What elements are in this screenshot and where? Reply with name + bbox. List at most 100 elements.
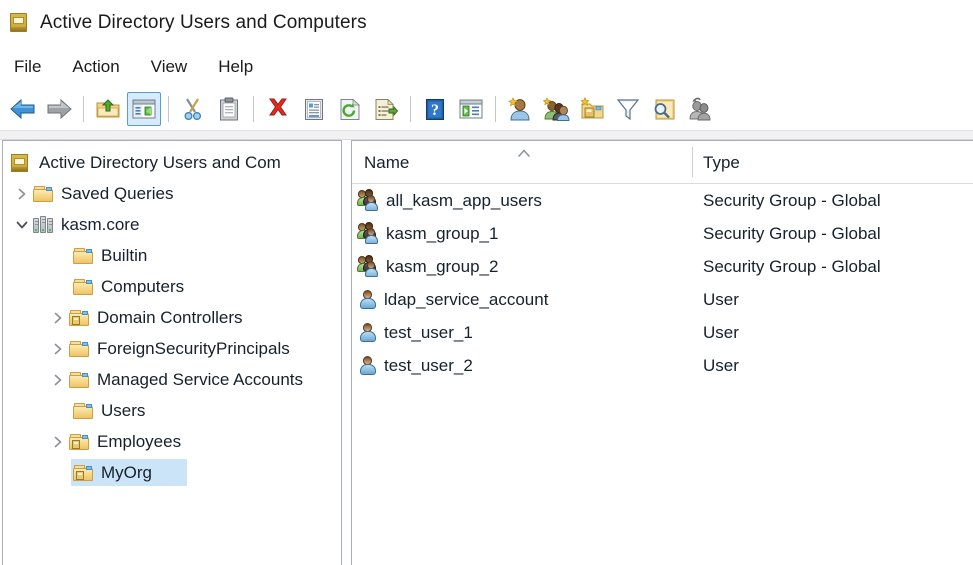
back-button[interactable] (6, 92, 40, 126)
menu-help[interactable]: Help (216, 54, 266, 81)
sort-ascending-icon (516, 145, 532, 155)
row-name-cell: kasm_group_2 (358, 256, 498, 277)
toolbar: ? (0, 88, 973, 131)
folder-icon (73, 277, 94, 296)
domain-icon (33, 215, 54, 234)
menu-bar: File Action View Help (0, 46, 973, 88)
tree-item-label: Managed Service Accounts (97, 370, 306, 390)
row-type-label: Security Group - Global (703, 191, 881, 211)
delete-button[interactable] (261, 92, 295, 126)
table-row[interactable]: test_user_1 User (352, 316, 973, 349)
help-icon: ? (425, 98, 445, 121)
new-organizational-unit-button[interactable] (575, 92, 609, 126)
chevron-right-icon[interactable] (47, 364, 69, 395)
tree-item-builtin[interactable]: Builtin (3, 240, 341, 271)
export-list-button[interactable] (369, 92, 403, 126)
table-row[interactable]: ldap_service_account User (352, 283, 973, 316)
back-icon (9, 97, 37, 121)
user-icon (358, 289, 380, 310)
column-header-name[interactable]: Name (364, 153, 409, 173)
show-hide-action-pane-button[interactable] (454, 92, 488, 126)
chevron-right-icon[interactable] (11, 178, 33, 209)
new-organizational-unit-icon (579, 97, 605, 121)
refresh-icon (339, 98, 361, 121)
refresh-button[interactable] (333, 92, 367, 126)
tree-item-label: kasm.core (61, 215, 142, 235)
row-type-label: Security Group - Global (703, 257, 881, 277)
toolbar-separator (83, 96, 84, 122)
title-bar: Active Directory Users and Computers (0, 0, 973, 46)
tree-item-label: Employees (97, 432, 184, 452)
filter-button[interactable] (611, 92, 645, 126)
forward-button[interactable] (42, 92, 76, 126)
pane-splitter[interactable] (342, 140, 351, 565)
table-row[interactable]: kasm_group_1 Security Group - Global (352, 217, 973, 250)
row-name-label: kasm_group_1 (386, 224, 498, 244)
details-list-pane[interactable]: Name Type all_kasm_app_users Security Gr… (351, 140, 973, 565)
active-directory-users-and-computers-window: Active Directory Users and Computers Fil… (0, 0, 973, 565)
tree-item-managed-service-accounts[interactable]: Managed Service Accounts (3, 364, 341, 395)
tree-item-label: Computers (101, 277, 187, 297)
row-type-label: User (703, 323, 739, 343)
show-hide-console-tree-button[interactable] (127, 92, 161, 126)
export-list-icon (374, 98, 398, 121)
toolbar-separator (168, 96, 169, 122)
console-tree: Active Directory Users and Com Saved Que… (3, 141, 341, 488)
new-user-icon (507, 97, 533, 121)
row-name-label: test_user_2 (384, 356, 473, 376)
paste-button[interactable] (212, 92, 246, 126)
tree-item-employees[interactable]: Employees (3, 426, 341, 457)
tree-item-foreignsecurityprincipals[interactable]: ForeignSecurityPrincipals (3, 333, 341, 364)
manage-groups-icon (686, 97, 714, 121)
menu-action[interactable]: Action (70, 54, 132, 81)
up-one-level-icon (95, 97, 121, 121)
mmc-console-icon (8, 12, 30, 34)
table-row[interactable]: test_user_2 User (352, 349, 973, 382)
column-header-type[interactable]: Type (703, 153, 740, 173)
folder-icon (69, 339, 90, 358)
chevron-right-icon[interactable] (47, 333, 69, 364)
console-tree-pane[interactable]: Active Directory Users and Com Saved Que… (2, 140, 342, 565)
row-name-cell: kasm_group_1 (358, 223, 498, 244)
tree-item-kasm-core[interactable]: kasm.core (3, 209, 341, 240)
manage-groups-button[interactable] (683, 92, 717, 126)
tree-item-label: MyOrg (101, 463, 155, 483)
tree-item-label: Builtin (101, 246, 150, 266)
row-name-cell: test_user_2 (358, 355, 473, 376)
properties-button[interactable] (297, 92, 331, 126)
tree-item-users[interactable]: Users (3, 395, 341, 426)
chevron-right-icon[interactable] (47, 426, 69, 457)
tree-item-label: ForeignSecurityPrincipals (97, 339, 293, 359)
tree-item-myorg[interactable]: MyOrg (3, 457, 341, 488)
tree-item-label: Saved Queries (61, 184, 176, 204)
tree-item-active-directory-users-and-computers[interactable]: Active Directory Users and Com (3, 147, 341, 178)
help-button[interactable]: ? (418, 92, 452, 126)
tree-item-domain-controllers[interactable]: Domain Controllers (3, 302, 341, 333)
row-name-label: kasm_group_2 (386, 257, 498, 277)
column-divider[interactable] (692, 147, 693, 177)
delete-icon (266, 97, 290, 121)
up-one-level-button[interactable] (91, 92, 125, 126)
table-row[interactable]: kasm_group_2 Security Group - Global (352, 250, 973, 283)
tree-item-label: Users (101, 401, 148, 421)
new-group-button[interactable] (539, 92, 573, 126)
tree-item-label: Domain Controllers (97, 308, 246, 328)
folder-icon (69, 370, 90, 389)
cut-button[interactable] (176, 92, 210, 126)
chevron-down-icon[interactable] (11, 209, 33, 240)
row-name-cell: all_kasm_app_users (358, 190, 542, 211)
folder-icon (73, 246, 94, 265)
tree-item-saved-queries[interactable]: Saved Queries (3, 178, 341, 209)
group-icon (358, 256, 382, 277)
menu-file[interactable]: File (12, 54, 54, 81)
table-row[interactable]: all_kasm_app_users Security Group - Glob… (352, 184, 973, 217)
chevron-right-icon[interactable] (47, 302, 69, 333)
row-name-cell: ldap_service_account (358, 289, 548, 310)
tree-item-computers[interactable]: Computers (3, 271, 341, 302)
filter-icon (616, 97, 640, 121)
console-root-icon (11, 153, 32, 172)
find-button[interactable] (647, 92, 681, 126)
new-user-button[interactable] (503, 92, 537, 126)
folder-icon (33, 184, 54, 203)
menu-view[interactable]: View (149, 54, 201, 81)
